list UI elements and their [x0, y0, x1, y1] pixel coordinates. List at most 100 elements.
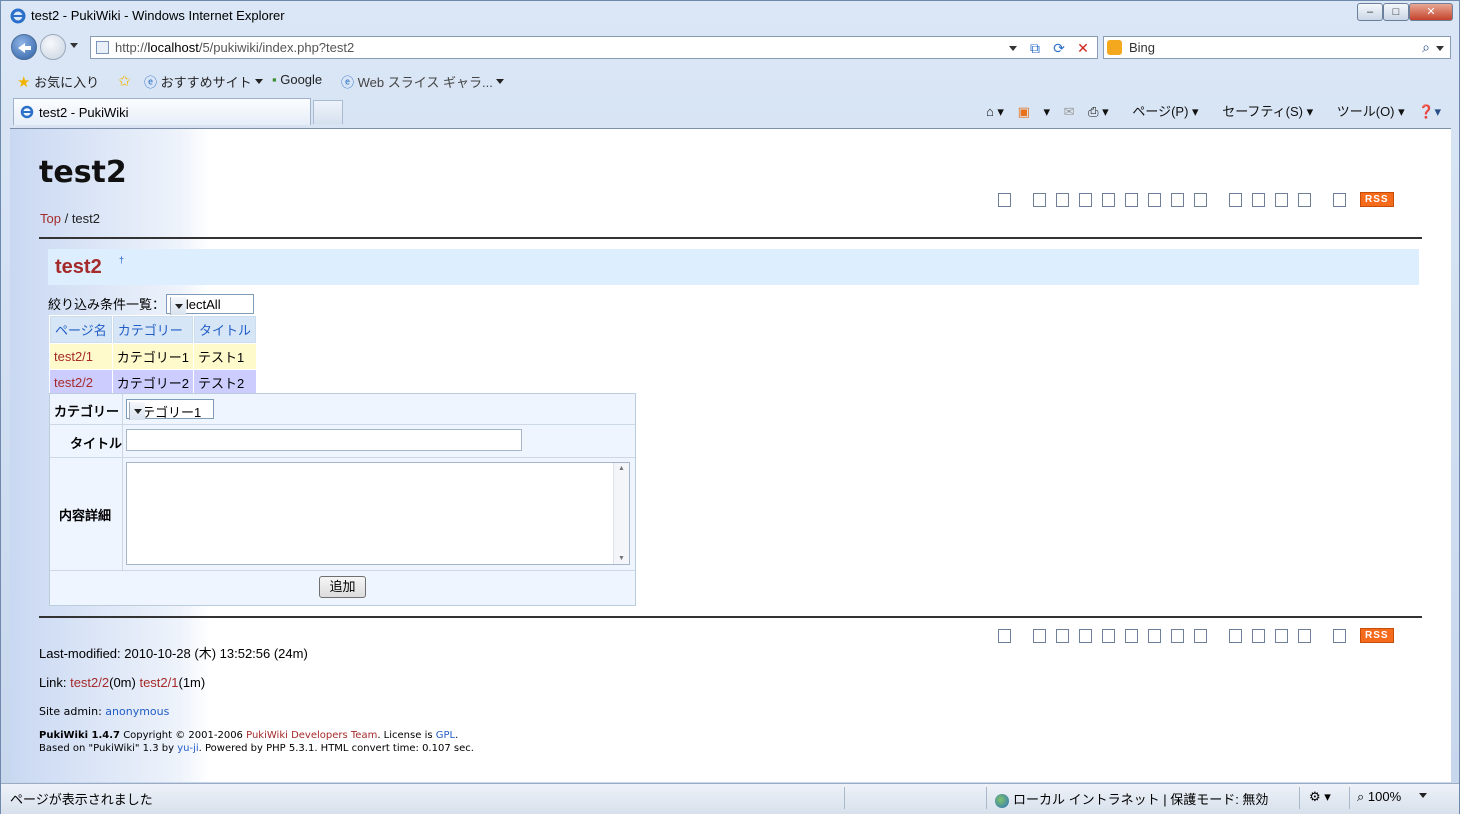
list-icon[interactable]: [1252, 628, 1265, 643]
mail-icon[interactable]: ✉: [1064, 104, 1075, 119]
search-options-dropdown-icon[interactable]: [1436, 46, 1444, 55]
rss-icon[interactable]: RSS: [1360, 192, 1394, 208]
search-icon[interactable]: ⌕: [1422, 39, 1430, 56]
rename-icon[interactable]: [1171, 192, 1184, 207]
security-zone[interactable]: ローカル イントラネット | 保護モード: 無効: [995, 789, 1268, 808]
chevron-down-icon: [495, 79, 504, 88]
recent-changes-icon[interactable]: [1298, 192, 1311, 207]
home-icon[interactable]: ⌂ ▾: [986, 104, 1004, 119]
freeze-icon[interactable]: [1056, 192, 1069, 207]
admin-link[interactable]: anonymous: [105, 705, 169, 718]
attach-icon[interactable]: [1125, 192, 1138, 207]
add-favorites-icon[interactable]: ✩: [118, 72, 131, 90]
links-label: Link:: [39, 675, 71, 690]
help-icon[interactable]: ❓▾: [1418, 104, 1441, 119]
filter-select[interactable]: SelectAll: [166, 294, 254, 315]
help-icon[interactable]: [1333, 192, 1346, 207]
breadcrumb-top-link[interactable]: Top: [40, 211, 61, 226]
chevron-down-icon[interactable]: [129, 402, 145, 420]
fav-item-recommended[interactable]: ⓔ おすすめサイト: [144, 72, 263, 91]
yuji-link[interactable]: yu-ji: [177, 743, 198, 754]
gpl-link[interactable]: GPL: [436, 730, 455, 741]
tab-test2[interactable]: test2 - PukiWiki: [13, 98, 311, 125]
history-dropdown-icon[interactable]: [70, 43, 78, 52]
search-box[interactable]: Bing ⌕: [1103, 36, 1451, 59]
maximize-button[interactable]: □: [1383, 3, 1409, 21]
page-link[interactable]: test2/1: [54, 349, 93, 364]
protected-mode-icon[interactable]: ⚙ ▾: [1309, 789, 1331, 805]
tracker-list-table: ページ名 カテゴリー タイトル test2/1 カテゴリー1 テスト1 test…: [49, 315, 257, 396]
textarea-scrollbar[interactable]: [613, 463, 629, 564]
back-button[interactable]: [11, 34, 37, 60]
related-link[interactable]: test2/2: [70, 675, 109, 690]
fav-item-google[interactable]: ▪ Google: [272, 72, 322, 87]
new-tab-button[interactable]: [313, 100, 343, 124]
print-icon[interactable]: ⎙ ▾: [1088, 104, 1109, 119]
close-window-button[interactable]: ✕: [1409, 3, 1453, 21]
stop-icon[interactable]: ✕: [1073, 39, 1093, 57]
reload-icon[interactable]: [1194, 192, 1207, 207]
compatibility-view-icon[interactable]: ⧉: [1025, 39, 1045, 57]
new-page-icon[interactable]: [1229, 628, 1242, 643]
favorites-button[interactable]: ★ お気に入り: [17, 72, 99, 91]
top-icon[interactable]: [998, 192, 1011, 207]
title-input[interactable]: [126, 429, 522, 451]
page-heading-bar: test2 †: [48, 249, 1419, 285]
feeds-icon[interactable]: ▣ ▾: [1018, 104, 1050, 119]
category-select[interactable]: カテゴリー1: [126, 399, 214, 420]
page-link[interactable]: test2/2: [54, 375, 93, 390]
new-page-icon[interactable]: [1229, 192, 1242, 207]
reload-icon[interactable]: [1194, 628, 1207, 643]
address-dropdown-icon[interactable]: [1009, 46, 1017, 55]
last-modified: Last-modified: 2010-10-28 (木) 13:52:56 (…: [39, 646, 308, 661]
zoom-control[interactable]: ⌕ 100%: [1357, 789, 1427, 805]
diff-icon[interactable]: [1079, 628, 1092, 643]
ie-tab-icon: [20, 105, 34, 122]
forward-button[interactable]: [40, 34, 66, 60]
fav-item-web-slice[interactable]: ⓔ Web スライス ギャラ...: [341, 72, 504, 91]
safety-menu[interactable]: セーフティ(S) ▾: [1212, 104, 1313, 119]
table-header-row: ページ名 カテゴリー タイトル: [50, 316, 256, 343]
edit-icon[interactable]: [1033, 628, 1046, 643]
filter-label: 絞り込み条件一覧：: [48, 297, 166, 312]
edit-icon[interactable]: [1033, 192, 1046, 207]
tab-row: test2 - PukiWiki ⌂ ▾ ▣ ▾ ✉ ⎙ ▾ ページ(P) ▾ …: [11, 96, 1451, 128]
freeze-icon[interactable]: [1056, 628, 1069, 643]
rss-icon[interactable]: RSS: [1360, 628, 1394, 644]
credit-end: .: [455, 730, 459, 741]
search-icon[interactable]: [1275, 192, 1288, 207]
copy-icon[interactable]: [1148, 628, 1161, 643]
help-icon[interactable]: [1333, 628, 1346, 643]
table-cell-category: カテゴリー2: [112, 370, 193, 395]
page-menu[interactable]: ページ(P) ▾: [1122, 104, 1198, 119]
backup-icon[interactable]: [1102, 192, 1115, 207]
chevron-down-icon[interactable]: [170, 297, 186, 315]
rename-icon[interactable]: [1171, 628, 1184, 643]
minimize-button[interactable]: –: [1357, 3, 1383, 21]
site-title: test2: [39, 155, 127, 190]
page-heading: test2: [55, 256, 102, 278]
column-header-title[interactable]: タイトル: [193, 316, 256, 343]
credit-powered: . Powered by PHP 5.3.1. HTML convert tim…: [198, 743, 474, 754]
developers-link[interactable]: PukiWiki Developers Team: [246, 730, 377, 741]
attach-icon[interactable]: [1125, 628, 1138, 643]
related-link[interactable]: test2/1: [139, 675, 178, 690]
table-row: test2/1 カテゴリー1 テスト1: [50, 344, 256, 369]
tools-menu[interactable]: ツール(O) ▾: [1327, 104, 1405, 119]
refresh-icon[interactable]: ⟳: [1049, 39, 1069, 57]
diff-icon[interactable]: [1079, 192, 1092, 207]
list-icon[interactable]: [1252, 192, 1265, 207]
recent-changes-icon[interactable]: [1298, 628, 1311, 643]
body-textarea[interactable]: [126, 462, 630, 565]
column-header-page[interactable]: ページ名: [50, 316, 112, 343]
backup-icon[interactable]: [1102, 628, 1115, 643]
search-icon[interactable]: [1275, 628, 1288, 643]
address-bar[interactable]: http://localhost/5/pukiwiki/index.php?te…: [90, 36, 1098, 59]
column-header-category[interactable]: カテゴリー: [112, 316, 193, 343]
heading-anchor-link[interactable]: †: [119, 255, 124, 265]
top-icon[interactable]: [998, 628, 1011, 643]
status-separator: [1299, 787, 1300, 809]
add-button[interactable]: 追加: [319, 576, 366, 598]
copy-icon[interactable]: [1148, 192, 1161, 207]
zoom-level: 100%: [1367, 789, 1402, 804]
